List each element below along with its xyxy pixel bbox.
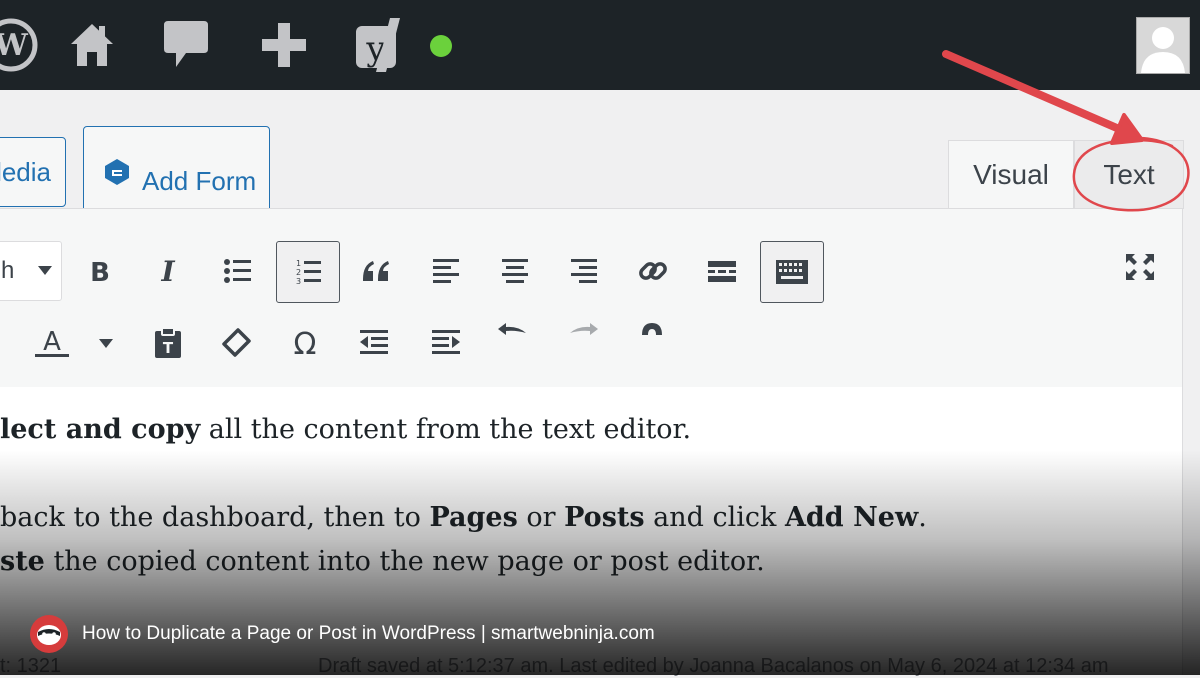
svg-text:3: 3 [296, 277, 301, 286]
content-line-2-text-e: and click [644, 502, 785, 533]
bullet-list-button[interactable] [210, 243, 266, 299]
redo-button[interactable] [556, 309, 612, 349]
align-left-icon [432, 258, 460, 284]
read-more-icon [707, 259, 737, 283]
outdent-button[interactable] [346, 315, 402, 371]
content-line-3-bold: ste [0, 546, 45, 577]
svg-text:W: W [0, 28, 29, 63]
undo-icon [496, 319, 528, 339]
content-line-2-text-g: . [918, 502, 927, 533]
redo-icon [568, 319, 600, 339]
ninja-logo-icon [30, 615, 68, 653]
toolbar-toggle-button[interactable] [760, 241, 824, 303]
svg-text:T: T [163, 339, 174, 357]
content-line-2-text-c: or [517, 502, 565, 533]
content-line-2-add-new: Add New [784, 502, 919, 533]
svg-text:B: B [90, 258, 110, 287]
content-line-3-text: the copied content into the new page or … [44, 546, 765, 577]
bold-icon: B [86, 255, 114, 287]
yoast-icon[interactable]: y [353, 14, 405, 76]
indent-button[interactable] [418, 315, 474, 371]
link-icon [637, 255, 669, 287]
clear-formatting-button[interactable] [208, 315, 264, 371]
plus-icon[interactable] [258, 14, 310, 76]
clipboard-icon: T [153, 327, 183, 359]
content-line-3: ste the copied content into the new page… [0, 546, 765, 577]
svg-text:2: 2 [296, 268, 301, 277]
align-center-button[interactable] [487, 243, 543, 299]
add-form-label: Add Form [142, 165, 257, 196]
undo-button[interactable] [484, 309, 540, 349]
help-button[interactable] [624, 309, 680, 349]
italic-icon: I [154, 255, 182, 287]
link-button[interactable] [625, 243, 681, 299]
caption-bar: How to Duplicate a Page or Post in WordP… [30, 614, 655, 654]
align-center-icon [501, 258, 529, 284]
content-line-2-pages: Pages [429, 502, 518, 533]
content-line-1-bold: lect and copy [0, 414, 201, 445]
align-right-icon [570, 258, 598, 284]
content-line-2-text-a: back to the dashboard, then to [0, 502, 430, 533]
fullscreen-button[interactable] [1112, 239, 1168, 295]
numbered-list-button[interactable]: 123 [276, 241, 340, 303]
align-left-button[interactable] [418, 243, 474, 299]
content-line-2: back to the dashboard, then to Pages or … [0, 502, 927, 533]
blockquote-button[interactable] [348, 243, 404, 299]
numbered-list-icon: 123 [293, 257, 323, 287]
italic-button[interactable]: I [140, 243, 196, 299]
indent-icon [431, 329, 461, 357]
help-icon [638, 319, 666, 339]
omega-icon: Ω [290, 328, 320, 358]
quote-icon [361, 259, 391, 283]
annotation-circle [1072, 136, 1190, 212]
align-right-button[interactable] [556, 243, 612, 299]
text-color-icon: A [34, 327, 70, 359]
home-icon[interactable] [66, 14, 118, 76]
paste-text-button[interactable]: T [140, 315, 196, 371]
chevron-down-icon [37, 264, 53, 276]
svg-text:A: A [43, 327, 61, 357]
eraser-icon [221, 328, 251, 358]
keyboard-icon [775, 259, 809, 285]
read-more-button[interactable] [694, 243, 750, 299]
comment-icon[interactable] [160, 14, 212, 76]
content-line-1: lect and copy all the content from the t… [0, 414, 691, 445]
format-select-value: h [1, 257, 15, 284]
svg-text:I: I [160, 255, 175, 287]
add-media-button[interactable]: ledia [0, 137, 66, 207]
text-color-button[interactable]: A [24, 315, 80, 371]
status-dot [430, 35, 452, 57]
fullscreen-icon [1124, 252, 1156, 282]
bullet-list-icon [223, 257, 253, 285]
svg-text:Ω: Ω [294, 328, 317, 358]
add-form-button[interactable]: Add Form [83, 126, 270, 218]
content-line-2-posts: Posts [564, 502, 645, 533]
gravity-forms-icon [104, 158, 130, 186]
chevron-down-icon [98, 337, 114, 349]
editor-toolbar: h B I 123 A T Ω [0, 208, 1183, 388]
add-media-label: ledia [0, 156, 51, 187]
special-character-button[interactable]: Ω [277, 315, 333, 371]
caption-text: How to Duplicate a Page or Post in WordP… [82, 623, 655, 644]
svg-text:1: 1 [296, 259, 301, 268]
wordpress-icon[interactable]: W [0, 14, 42, 76]
text-color-dropdown[interactable] [78, 315, 134, 371]
outdent-icon [359, 329, 389, 357]
bold-button[interactable]: B [72, 243, 128, 299]
format-select[interactable]: h [0, 241, 62, 301]
content-line-1-text: all the content from the text editor. [200, 414, 692, 445]
